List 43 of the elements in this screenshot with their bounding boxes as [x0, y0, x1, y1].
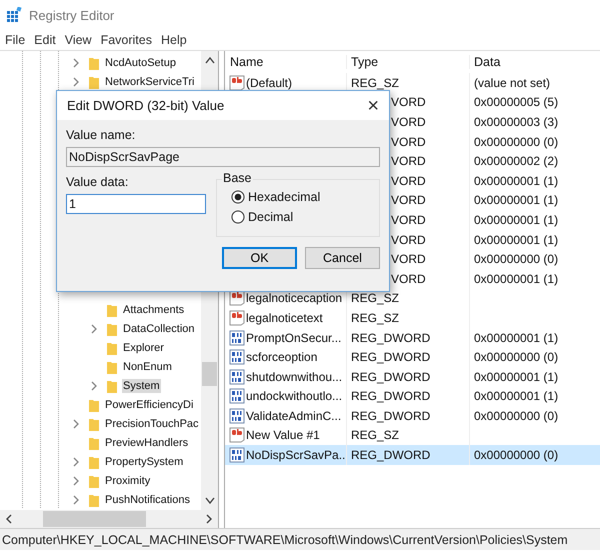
value-data: 0x00000003 (3): [474, 114, 558, 129]
value-type: VORD: [391, 193, 426, 208]
value-type: REG_DWORD: [351, 389, 430, 404]
value-data: 0x00000001 (1): [474, 272, 558, 286]
value-data: 0x00000001 (1): [474, 174, 558, 188]
field-label: Value name:: [66, 128, 136, 142]
group-label: Base: [222, 171, 252, 185]
value-type: VORD: [391, 272, 426, 286]
value-data: 0x00000001 (1): [474, 193, 558, 208]
value-type: VORD: [391, 134, 426, 149]
value-type: VORD: [391, 114, 426, 129]
status-bar: Computer\HKEY_LOCAL_MACHINE\SOFTWARE\Microsoft\Windows\CurrentVersion\Policies\System: [0, 529, 600, 550]
value-type: VORD: [391, 232, 426, 247]
value-type: REG_DWORD: [351, 350, 430, 364]
value-type: REG_DWORD: [351, 408, 430, 423]
field-label: Value data:: [66, 175, 130, 189]
value-data: 0x00000001 (1): [474, 232, 558, 247]
value-data: 0x00000001 (1): [474, 389, 558, 404]
value-data: 0x00000001 (1): [474, 212, 558, 227]
dialog-title: Edit DWORD (32-bit) Value: [67, 98, 224, 113]
value-type: VORD: [391, 252, 426, 266]
value-type: REG_DWORD: [351, 330, 430, 345]
value-type: VORD: [391, 212, 426, 227]
value-type: REG_SZ: [351, 310, 400, 325]
value-data: (value not set): [474, 76, 550, 90]
value-data: 0x00000001 (1): [474, 370, 558, 384]
value-type: REG_SZ: [351, 428, 400, 442]
value-data: 0x00000000 (0): [474, 252, 558, 266]
value-data: 0x00000005 (5): [474, 95, 558, 110]
value-data: 0x00000000 (0): [474, 350, 558, 364]
value-type: REG_DWORD: [351, 370, 430, 384]
value-data: 0x00000000 (0): [474, 134, 558, 149]
value-type: VORD: [391, 154, 426, 168]
value-type: REG_DWORD: [351, 448, 430, 462]
window-title: Registry Editor: [29, 8, 114, 22]
value-type: VORD: [391, 95, 426, 110]
value-type: VORD: [391, 174, 426, 188]
value-data: 0x00000002 (2): [474, 154, 558, 168]
value-data: 0x00000000 (0): [474, 448, 558, 462]
value-type: REG_SZ: [351, 76, 400, 90]
value-data: 0x00000000 (0): [474, 408, 558, 423]
value-type: REG_SZ: [351, 291, 400, 306]
value-data: 0x00000001 (1): [474, 330, 558, 345]
